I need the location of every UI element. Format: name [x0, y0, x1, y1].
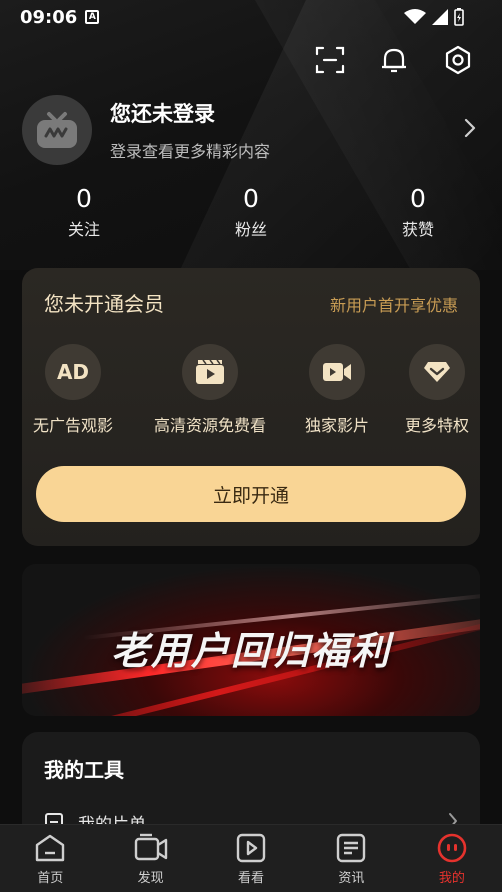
stat-label: 关注 [67, 220, 100, 239]
bell-icon[interactable] [378, 44, 410, 76]
stat-value: 0 [410, 184, 426, 213]
wifi-icon [404, 9, 426, 24]
nav-discover[interactable]: 发现 [100, 825, 200, 892]
vip-title: 您未开通会员 [44, 292, 164, 316]
scan-icon[interactable] [314, 44, 346, 76]
nav-label: 看看 [238, 871, 265, 886]
benefit-no-ads[interactable]: AD 无广告观影 [26, 344, 120, 436]
stats-row: 0 关注 0 粉丝 0 获赞 [0, 184, 502, 240]
ad-icon: AD [45, 344, 101, 400]
profile-icon [437, 833, 467, 863]
diamond-icon [409, 344, 465, 400]
nav-label: 首页 [37, 871, 64, 886]
nav-home[interactable]: 首页 [0, 825, 100, 892]
stat-value: 0 [76, 184, 92, 213]
vip-card: 您未开通会员 新用户首开享优惠 AD 无广告观影 高清资源免费看 独家影片 更多… [22, 268, 480, 546]
stat-value: 0 [243, 184, 259, 213]
nav-watch[interactable]: 看看 [201, 825, 301, 892]
nav-news[interactable]: 资讯 [301, 825, 401, 892]
activate-vip-button[interactable]: 立即开通 [36, 466, 466, 522]
benefit-label: 更多特权 [404, 416, 469, 435]
video-camera-icon [309, 344, 365, 400]
profile-subtitle: 登录查看更多精彩内容 [110, 142, 271, 161]
status-icons [404, 8, 464, 26]
stat-following[interactable]: 0 关注 [44, 184, 124, 240]
play-icon [236, 833, 266, 863]
benefit-label: 高清资源免费看 [153, 416, 266, 435]
nav-mine[interactable]: 我的 [402, 825, 502, 892]
home-icon [36, 834, 65, 862]
benefit-label: 无广告观影 [32, 416, 113, 435]
avatar[interactable] [22, 95, 92, 165]
notification-icon: A [85, 10, 100, 24]
discover-icon [134, 833, 167, 861]
stat-fans[interactable]: 0 粉丝 [211, 184, 291, 240]
nav-label: 我的 [438, 871, 465, 886]
nav-label: 资讯 [338, 871, 365, 886]
banner-text: 老用户回归福利 [110, 629, 391, 673]
film-icon [182, 344, 238, 400]
promo-banner[interactable]: 老用户回归福利 [22, 564, 480, 716]
signal-icon [432, 9, 448, 25]
status-time: 09:06 [20, 6, 78, 28]
nav-label: 发现 [137, 871, 164, 886]
chevron-right-icon [464, 118, 476, 138]
benefit-exclusive[interactable]: 独家影片 [294, 344, 380, 436]
benefit-label: 独家影片 [304, 416, 369, 435]
tv-avatar-icon [37, 112, 77, 148]
battery-icon [454, 8, 464, 26]
bottom-nav: 首页 发现 看看 资讯 我的 [0, 824, 502, 892]
news-icon [337, 833, 366, 863]
login-profile-row[interactable]: 您还未登录 登录查看更多精彩内容 [22, 94, 482, 166]
status-bar: 09:06 A [0, 0, 502, 34]
stat-likes[interactable]: 0 获赞 [378, 184, 458, 240]
vip-promo-link[interactable]: 新用户首开享优惠 [330, 292, 458, 316]
tools-title: 我的工具 [44, 758, 124, 782]
stat-label: 获赞 [401, 220, 434, 239]
benefit-hd-free[interactable]: 高清资源免费看 [140, 344, 280, 436]
benefit-more[interactable]: 更多特权 [394, 344, 480, 436]
header-actions [314, 44, 474, 76]
stat-label: 粉丝 [234, 220, 267, 239]
profile-name: 您还未登录 [110, 102, 215, 126]
settings-icon[interactable] [442, 44, 474, 76]
